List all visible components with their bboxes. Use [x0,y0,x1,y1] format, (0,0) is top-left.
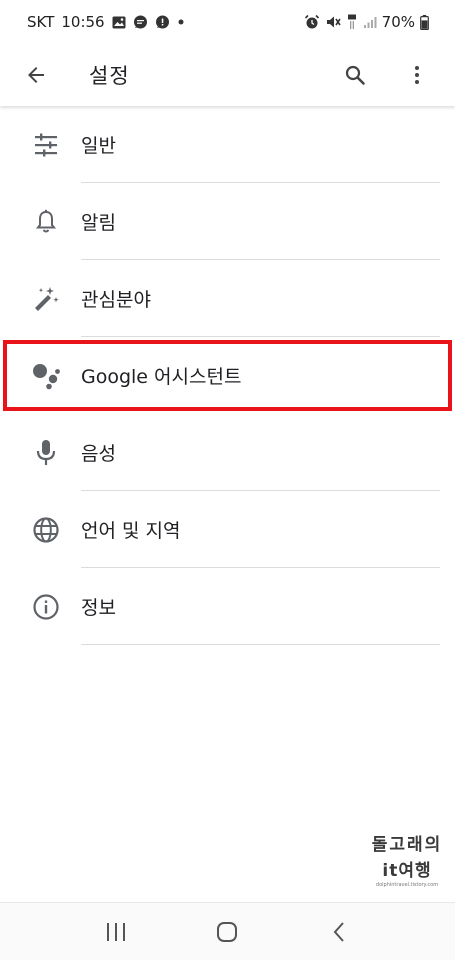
system-nav-bar [0,902,455,960]
settings-item-google-assistant[interactable]: Google 어시스턴트 [0,337,455,414]
home-button[interactable] [197,907,257,957]
tune-icon [30,129,62,161]
app-bar: 설정 [0,44,455,106]
search-icon [345,65,365,85]
wifi-data-icon [346,14,358,30]
clock: 10:56 [61,13,105,31]
carrier-label: SKT [27,13,55,31]
microphone-icon [30,437,62,469]
magic-wand-icon [30,283,62,315]
alert-notification-icon [155,15,170,30]
mute-icon [325,14,341,30]
settings-item-label: Google 어시스턴트 [81,366,242,388]
settings-item-label: 음성 [81,443,116,465]
watermark-url: dolphintravel.tistory.com [375,882,439,888]
alarm-icon [304,14,320,30]
settings-item-voice[interactable]: 음성 [0,414,455,491]
settings-item-language-region[interactable]: 언어 및 지역 [0,491,455,568]
more-options-button[interactable] [393,51,441,99]
back-nav-button[interactable] [309,907,369,957]
battery-percent: 70% [381,13,415,31]
settings-item-interests[interactable]: 관심분야 [0,260,455,337]
watermark: 돌고래의 it여행 dolphintravel.tistory.com [362,830,452,888]
arrow-back-icon [28,67,44,83]
bell-icon [30,206,62,238]
recent-apps-button[interactable] [86,907,146,957]
settings-item-label: 일반 [81,135,116,157]
settings-item-label: 알림 [81,212,116,234]
search-button[interactable] [331,51,379,99]
more-vert-icon [415,66,419,84]
more-notifications-dot-icon [177,18,185,26]
settings-list: 일반 알림 관심분야 Google 어시스턴트 음성 언어 및 지역 정보 [0,106,455,645]
watermark-line1: 돌고래의 [371,835,443,855]
settings-item-label: 관심분야 [81,289,151,311]
settings-item-label: 언어 및 지역 [81,520,181,542]
settings-item-label: 정보 [81,597,116,619]
divider [81,644,440,645]
globe-icon [30,514,62,546]
status-bar: SKT 10:56 70% [0,0,455,44]
settings-item-general[interactable]: 일반 [0,106,455,183]
page-title: 설정 [89,64,130,88]
chevron-left-icon [333,921,344,942]
watermark-line2: it여행 [382,861,432,881]
back-button[interactable] [9,48,63,102]
message-notification-icon [133,15,148,30]
signal-icon [363,15,377,29]
google-assistant-icon [30,360,62,392]
gallery-notification-icon [112,16,126,29]
settings-item-notifications[interactable]: 알림 [0,183,455,260]
info-icon [30,591,62,623]
recent-apps-icon [106,922,125,941]
battery-icon [420,14,429,30]
home-icon [217,921,238,942]
settings-item-about[interactable]: 정보 [0,568,455,645]
